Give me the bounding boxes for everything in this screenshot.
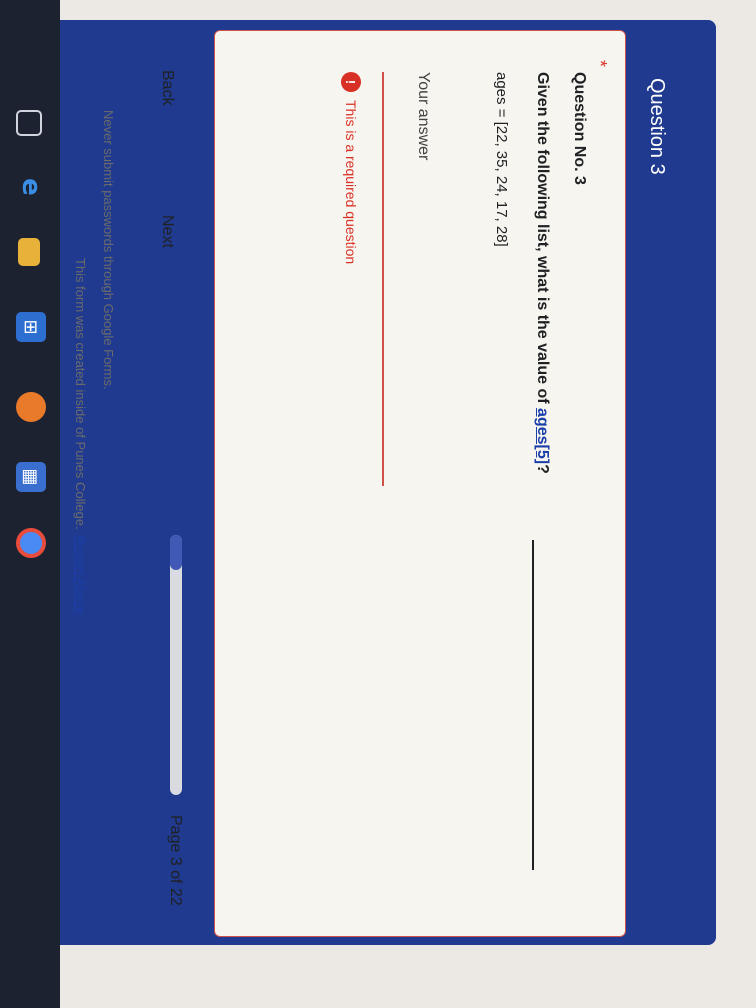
error-message: This is a required question: [343, 100, 359, 265]
password-warning: Never submit passwords through Google Fo…: [101, 110, 116, 390]
firefox-icon[interactable]: [16, 392, 46, 422]
question-text-highlight: ages[5]: [534, 408, 551, 465]
chrome-icon[interactable]: [16, 528, 46, 558]
form-footer: This form was created inside of Punes Co…: [73, 258, 88, 614]
store-icon[interactable]: ⊞: [16, 312, 46, 342]
progress-fill: [170, 535, 182, 571]
next-button[interactable]: Next: [158, 215, 176, 248]
back-button[interactable]: Back: [158, 70, 176, 106]
question-number: Question No. 3: [571, 72, 588, 185]
progress-bar: [170, 535, 182, 795]
question-text: Given the following list, what is the va…: [533, 72, 551, 474]
answer-label: Your answer: [415, 72, 432, 161]
created-text: This form was created inside of Punes Co…: [73, 258, 88, 530]
question-card: [214, 30, 626, 937]
report-abuse-link[interactable]: Report Abuse: [73, 536, 88, 615]
question-list: ages = [22, 35, 24, 17, 28]: [493, 72, 510, 247]
taskbar: e ⊞ ▦: [0, 0, 60, 1008]
blank-line: [532, 540, 534, 870]
error-icon: !: [341, 72, 361, 92]
page-count: Page 3 of 22: [167, 815, 184, 906]
answer-input[interactable]: [382, 72, 412, 486]
edge-icon[interactable]: e: [16, 172, 46, 202]
calendar-icon[interactable]: ▦: [16, 462, 46, 492]
section-title: Question 3: [646, 78, 668, 175]
screen: Question 3 * Question No. 3 Given the fo…: [0, 0, 756, 1008]
required-marker: *: [590, 60, 610, 68]
question-text-after: ?: [534, 464, 551, 474]
question-text-before: Given the following list, what is the va…: [534, 72, 551, 409]
file-explorer-icon[interactable]: [18, 238, 40, 266]
task-view-icon[interactable]: [16, 110, 42, 136]
